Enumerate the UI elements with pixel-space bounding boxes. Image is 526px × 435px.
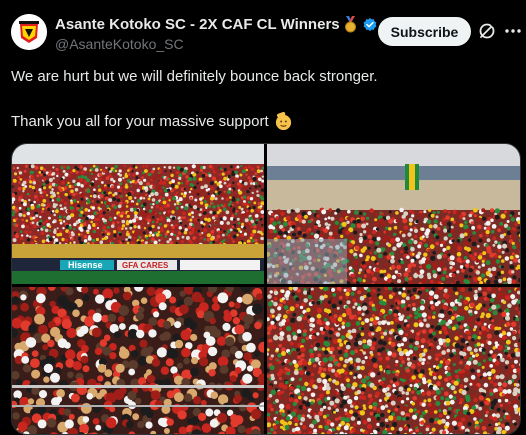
photo-crowd-closeup[interactable] [12,287,264,434]
subscribe-button[interactable]: Subscribe [378,17,471,46]
media-grid[interactable]: Hisense GFA CARES [11,143,521,435]
verified-badge-icon [362,17,378,33]
photo-covered-stand-crowd[interactable] [267,144,520,284]
saluting-face-emoji-icon [274,112,293,131]
grok-icon[interactable] [478,22,496,40]
photo-crowd-packed-stand[interactable] [267,287,520,434]
author-name-row[interactable]: Asante Kotoko SC - 2X CAF CL Winners [55,16,378,33]
tweet-text-line-2: Thank you all for your massive support [11,112,293,131]
more-options-icon[interactable] [505,23,521,39]
photo-stadium-crowd-wide[interactable]: Hisense GFA CARES [12,144,264,284]
avatar[interactable] [11,14,47,50]
tweet-text-line-1: We are hurt but we will definitely bounc… [11,68,378,85]
club-crest-icon [11,14,47,50]
author-handle[interactable]: @AsanteKotoko_SC [55,36,184,52]
tweet-text-line-2-content: Thank you all for your massive support [11,113,269,130]
banner-sponsor-text: Hisense [68,260,103,270]
medal-icon [343,16,358,33]
banner-campaign-text: GFA CARES [122,261,169,270]
author-display-name[interactable]: Asante Kotoko SC - 2X CAF CL Winners [55,16,340,33]
